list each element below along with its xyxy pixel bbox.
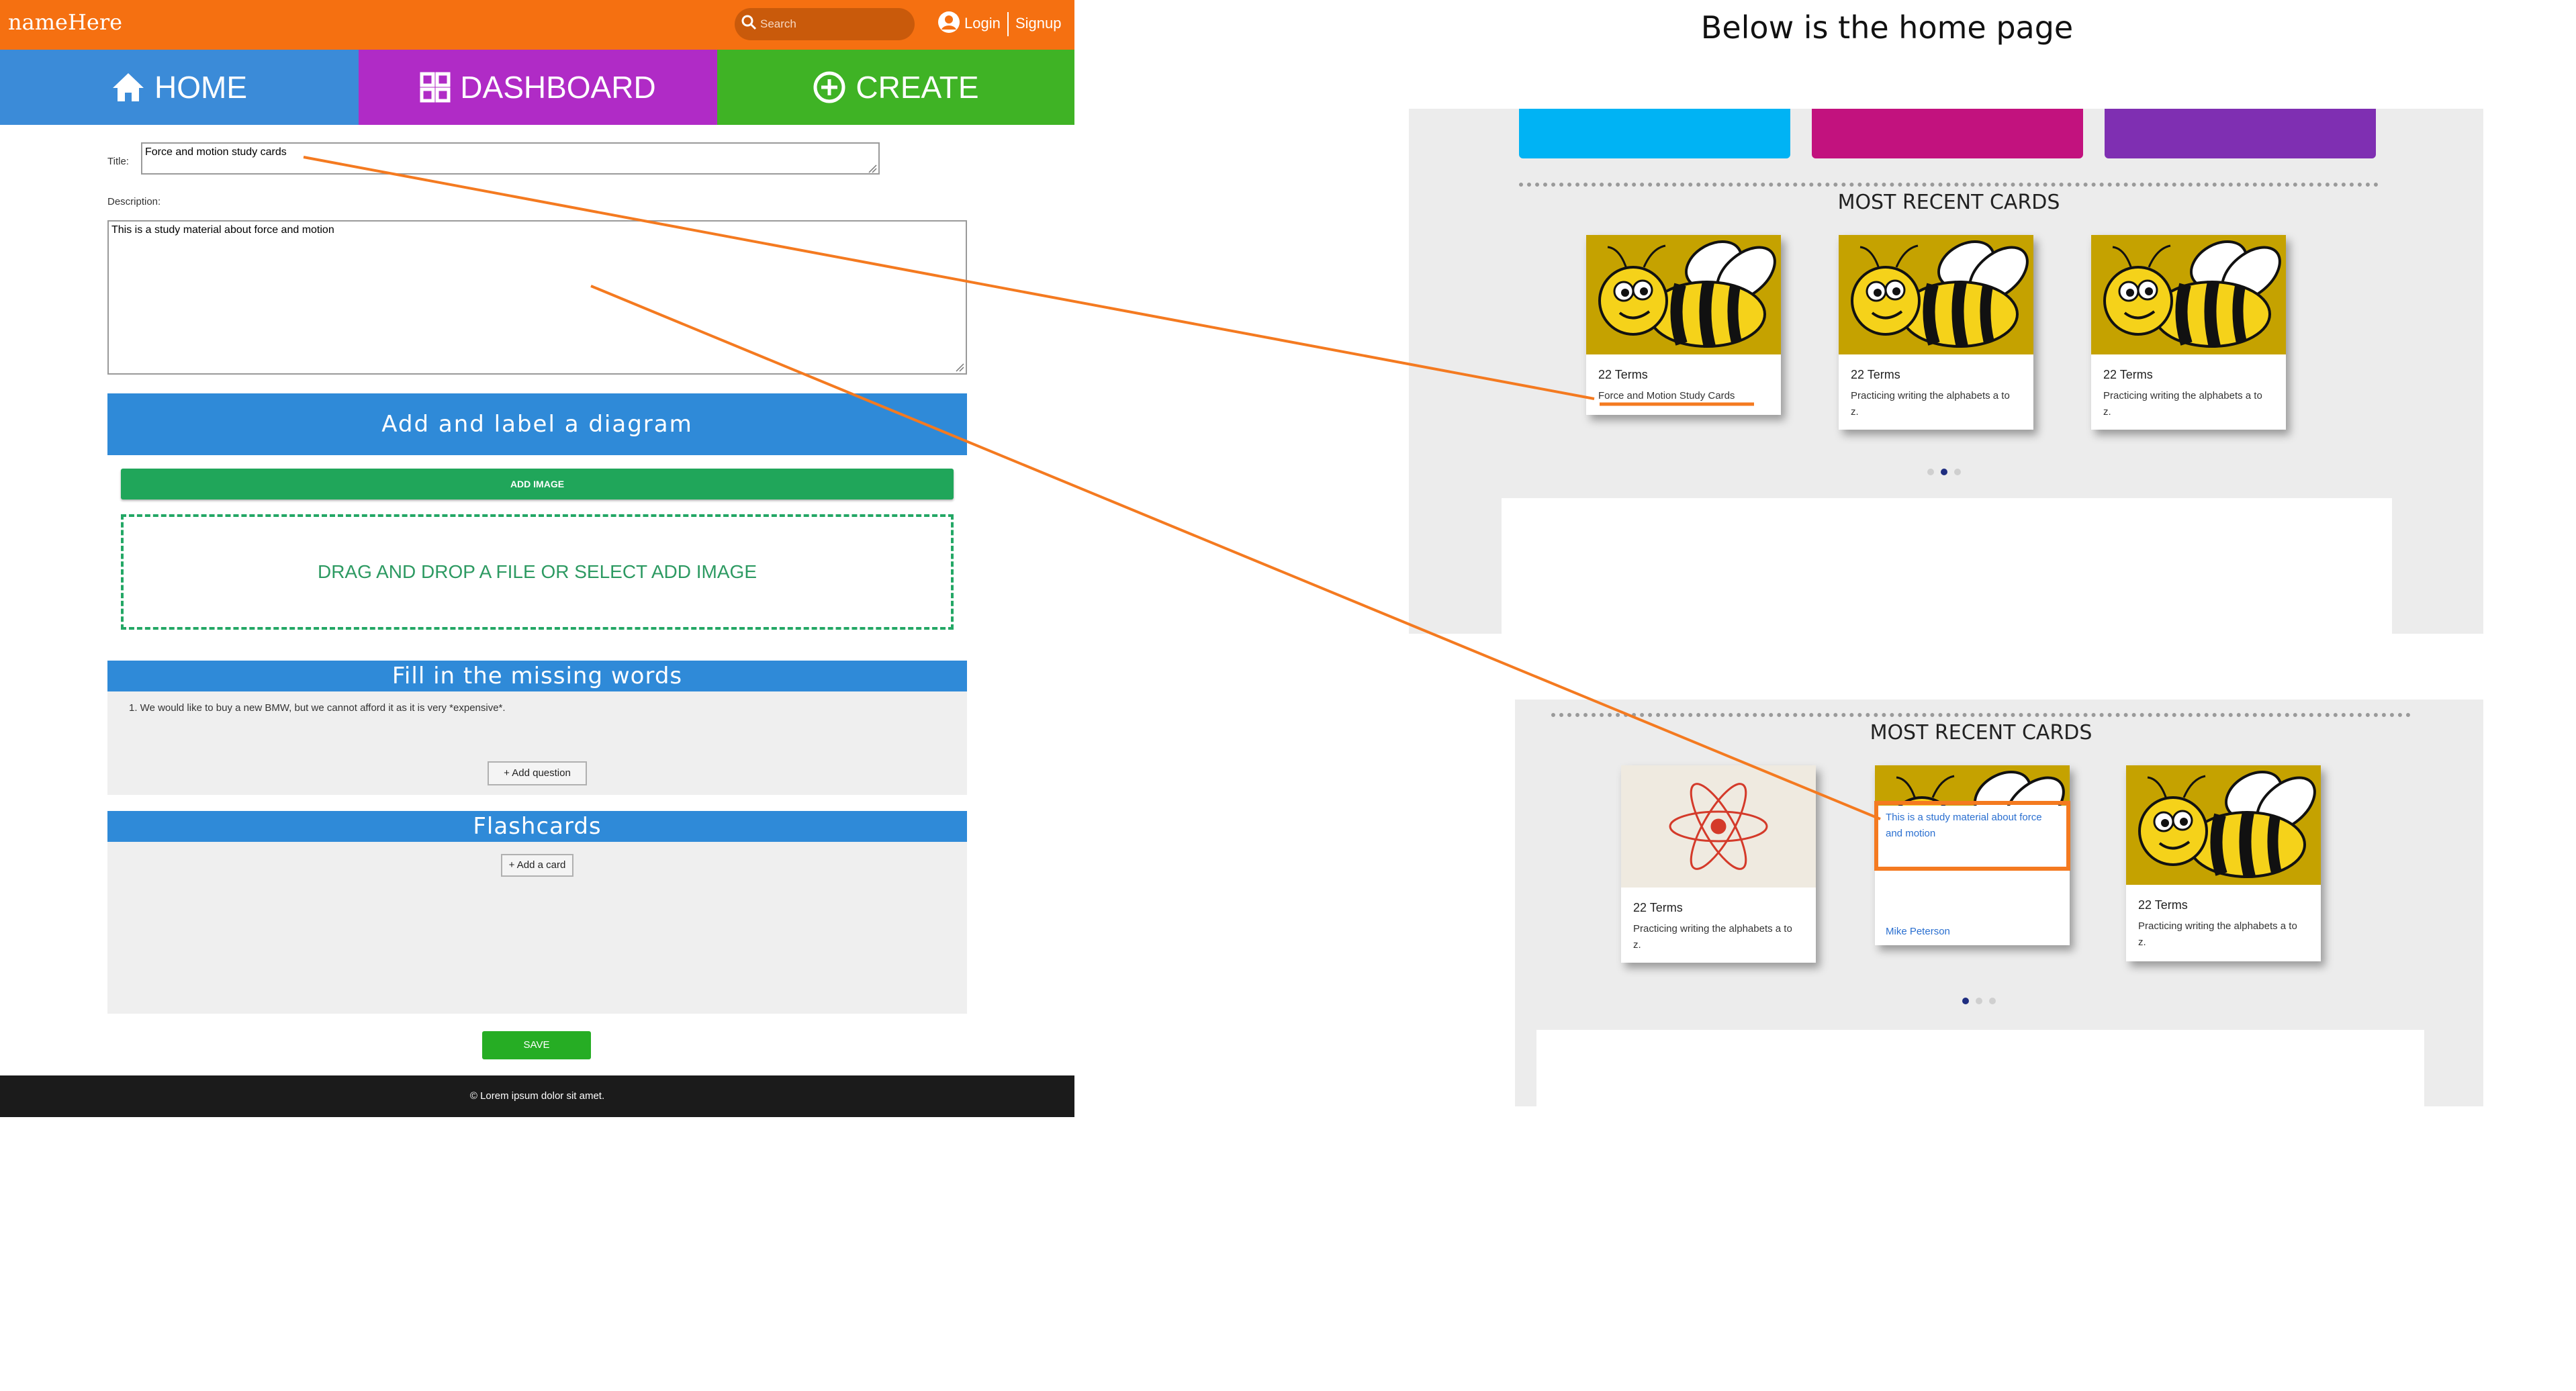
resize-handle-icon[interactable] (868, 164, 877, 173)
card-terms: 22 Terms (1851, 368, 1900, 381)
card-terms: 22 Terms (1598, 368, 1648, 381)
recent-cards-heading: MOST RECENT CARDS (1870, 721, 2092, 745)
carousel-dot-active[interactable] (1962, 998, 1969, 1004)
card-author-link[interactable]: Mike Peterson (1886, 924, 1950, 940)
carousel-dot[interactable] (1976, 998, 1982, 1004)
add-card-button[interactable]: + Add a card (501, 854, 573, 877)
content-block (1536, 1030, 2424, 1106)
save-button[interactable]: SAVE (482, 1031, 591, 1059)
card-terms: 22 Terms (2138, 898, 2188, 912)
category-tile[interactable] (2105, 109, 2376, 158)
login-link[interactable]: Login (964, 15, 1001, 32)
bee-icon (1875, 765, 2070, 806)
flashcards-section-heading: Flashcards (107, 811, 967, 842)
auth-divider (1007, 12, 1009, 36)
nav-tab-home[interactable]: HOME (0, 50, 359, 125)
dotted-divider (1519, 183, 2379, 187)
card-description: Force and Motion Study Cards (1598, 390, 1735, 401)
bee-icon (1839, 235, 2033, 354)
nav-create-label: CREATE (856, 70, 979, 105)
nav-dashboard-label: DASHBOARD (460, 70, 656, 105)
add-question-button[interactable]: + Add question (488, 761, 587, 785)
bee-icon (2126, 765, 2321, 885)
card-image (1839, 235, 2033, 354)
card-image (1875, 765, 2070, 806)
card-hover-description: This is a study material about force and… (1886, 812, 2042, 839)
dropzone-label: DRAG AND DROP A FILE OR SELECT ADD IMAGE (317, 561, 757, 582)
search-input[interactable] (759, 13, 909, 35)
home-icon (113, 73, 144, 101)
dotted-divider (1551, 713, 2411, 717)
description-textarea[interactable]: This is a study material about force and… (107, 220, 967, 375)
footer-text: © Lorem ipsum dolor sit amet. (469, 1090, 605, 1102)
preview-caption: Below is the home page (1700, 9, 2074, 46)
bee-icon (1586, 235, 1781, 354)
carousel-dot[interactable] (1989, 998, 1996, 1004)
fill-question-item[interactable]: 1. We would like to buy a new BMW, but w… (129, 702, 506, 714)
card-image (2091, 235, 2286, 354)
title-input[interactable]: Force and motion study cards (141, 142, 880, 175)
description-label: Description: (107, 196, 161, 207)
recent-cards-heading: MOST RECENT CARDS (1837, 191, 2060, 214)
diagram-section-heading: Add and label a diagram (107, 393, 967, 455)
dashboard-icon (420, 72, 451, 103)
card-image (1586, 235, 1781, 354)
nav-home-label: HOME (154, 70, 247, 105)
plus-circle-icon (813, 71, 845, 103)
category-tile[interactable] (1812, 109, 2083, 158)
card-terms: 22 Terms (2103, 368, 2153, 381)
atom-icon (1669, 783, 1768, 870)
content-block (1502, 498, 2392, 634)
resize-handle-icon[interactable] (955, 363, 964, 372)
carousel-dot-active[interactable] (1941, 469, 1947, 475)
carousel-dot[interactable] (1954, 469, 1961, 475)
card-description: Practicing writing the alphabets a to z. (1851, 390, 2010, 418)
title-label: Title: (107, 156, 129, 167)
category-tile[interactable] (1519, 109, 1790, 158)
user-icon[interactable] (937, 11, 960, 34)
signup-link[interactable]: Signup (1015, 15, 1062, 32)
card-description: Practicing writing the alphabets a to z. (2138, 920, 2297, 948)
card-description: Practicing writing the alphabets a to z. (2103, 390, 2262, 418)
card-description: Practicing writing the alphabets a to z. (1633, 923, 1792, 951)
card-image (1621, 765, 1816, 888)
fill-words-section-heading: Fill in the missing words (107, 661, 967, 691)
bee-icon (2091, 235, 2286, 354)
nav-tab-dashboard[interactable]: DASHBOARD (359, 50, 717, 125)
brand-logo[interactable]: nameHere (8, 9, 122, 35)
card-terms: 22 Terms (1633, 901, 1683, 914)
search-icon (741, 15, 757, 30)
carousel-dot[interactable] (1927, 469, 1934, 475)
card-image (2126, 765, 2321, 885)
add-image-button[interactable]: ADD IMAGE (121, 469, 954, 499)
nav-tab-create[interactable]: CREATE (717, 50, 1074, 125)
